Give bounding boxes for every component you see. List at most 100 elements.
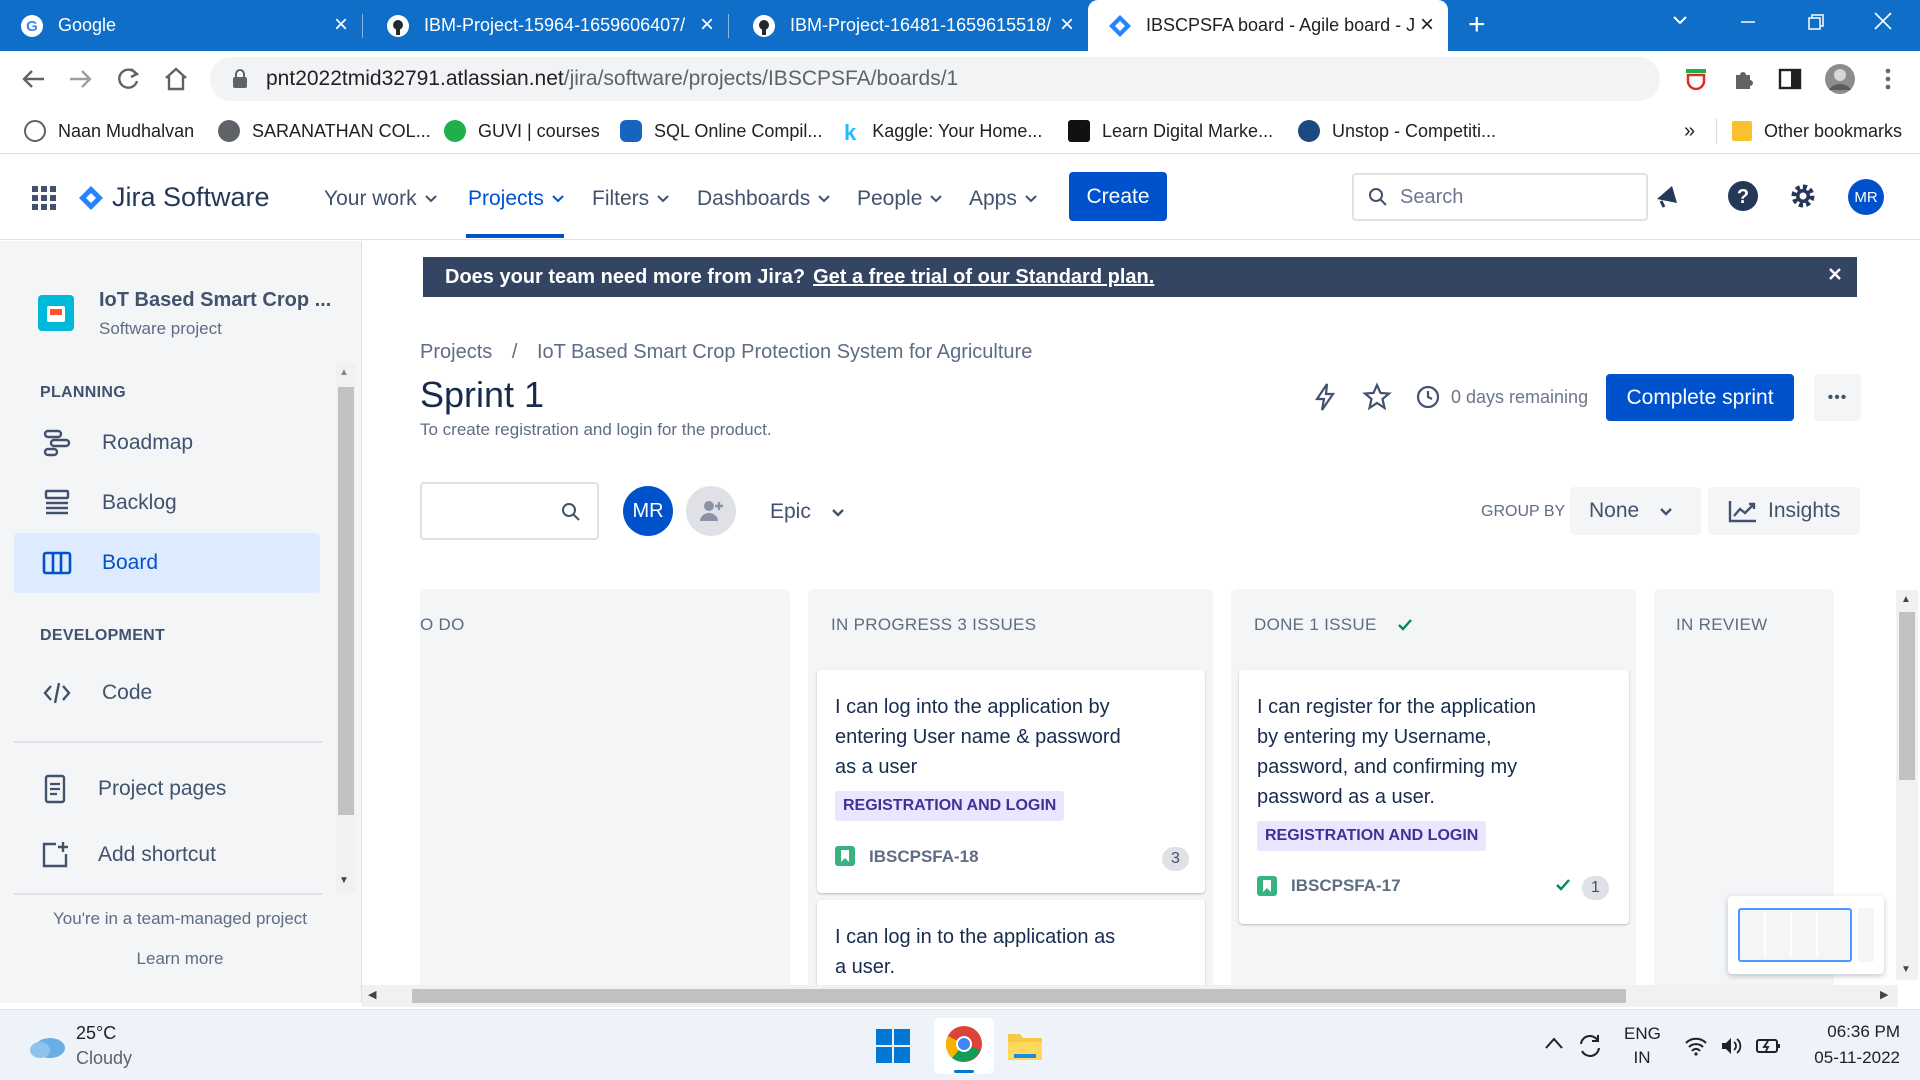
user-avatar[interactable]: MR — [1848, 179, 1884, 215]
scroll-right-icon[interactable]: ▶ — [1880, 988, 1888, 1001]
close-tab-icon[interactable]: × — [334, 13, 348, 37]
extension-shield-icon[interactable] — [1682, 65, 1710, 93]
bookmarks-overflow[interactable]: » — [1684, 116, 1695, 146]
help-icon[interactable]: ? — [1727, 180, 1759, 212]
scroll-down-icon[interactable]: ▼ — [1901, 964, 1911, 975]
taskbar-clock[interactable]: 06:36 PM 05-11-2022 — [1800, 1022, 1900, 1068]
file-explorer-icon[interactable] — [1006, 1030, 1044, 1062]
breadcrumb-project[interactable]: IoT Based Smart Crop Protection System f… — [537, 341, 1032, 363]
scroll-up-icon[interactable]: ▲ — [339, 367, 349, 378]
minimap-viewport[interactable] — [1738, 908, 1852, 962]
nav-your-work[interactable]: Your work — [324, 187, 437, 211]
nav-apps[interactable]: Apps — [969, 187, 1037, 211]
more-actions-button[interactable]: ••• — [1814, 374, 1861, 421]
close-window-button[interactable] — [1872, 10, 1894, 32]
bookmark-naan-mudhalvan[interactable]: Naan Mudhalvan — [24, 116, 194, 146]
app-switcher-icon[interactable] — [32, 186, 56, 210]
chevron-up-icon[interactable] — [1544, 1036, 1564, 1050]
scroll-left-icon[interactable]: ◀ — [368, 988, 376, 1001]
issue-card[interactable]: I can log into the application by enteri… — [817, 670, 1205, 893]
issue-key[interactable]: IBSCPSFA-18 — [869, 847, 979, 867]
sidebar-scroll-thumb[interactable] — [338, 387, 354, 815]
chrome-taskbar-button[interactable] — [934, 1018, 994, 1074]
bookmark-learn-digital[interactable]: Learn Digital Marke... — [1068, 116, 1273, 146]
weather-temp[interactable]: 25°C — [76, 1023, 116, 1044]
wifi-icon[interactable] — [1684, 1036, 1708, 1056]
forward-arrow-icon[interactable] — [66, 65, 94, 93]
free-trial-link[interactable]: Get a free trial of our Standard plan. — [813, 266, 1154, 289]
nav-projects[interactable]: Projects — [468, 187, 564, 211]
other-bookmarks[interactable]: Other bookmarks — [1732, 116, 1902, 146]
windows-start-icon[interactable] — [875, 1028, 911, 1064]
address-bar[interactable]: pnt2022tmid32791.atlassian.net/jira/soft… — [210, 57, 1660, 101]
sidebar-item-backlog[interactable]: Backlog — [14, 473, 320, 533]
close-banner-icon[interactable] — [1827, 266, 1843, 282]
board-search-input[interactable] — [420, 482, 599, 540]
close-tab-icon[interactable]: × — [1420, 13, 1434, 37]
volume-icon[interactable] — [1720, 1036, 1744, 1056]
restore-button[interactable] — [1806, 12, 1826, 32]
home-icon[interactable] — [162, 65, 190, 93]
browser-tab-github-1[interactable]: IBM-Project-15964-1659606407/ × — [366, 0, 728, 51]
kebab-menu-icon[interactable] — [1874, 65, 1902, 93]
profile-avatar-icon[interactable] — [1824, 63, 1856, 95]
sidebar-item-add-shortcut[interactable]: Add shortcut — [14, 825, 320, 885]
board-minimap[interactable] — [1728, 896, 1884, 974]
tab-search-icon[interactable] — [1670, 10, 1690, 30]
sidebar-item-project-pages[interactable]: Project pages — [14, 759, 320, 819]
star-icon[interactable] — [1362, 382, 1392, 412]
back-arrow-icon[interactable] — [20, 65, 48, 93]
minimize-button[interactable] — [1738, 12, 1758, 32]
scroll-up-icon[interactable]: ▲ — [1901, 594, 1911, 605]
extensions-puzzle-icon[interactable] — [1730, 65, 1758, 93]
board-scroll-thumb[interactable] — [1899, 612, 1915, 780]
reload-icon[interactable] — [114, 65, 142, 93]
browser-tab-github-2[interactable]: IBM-Project-16481-1659615518/ × — [732, 0, 1088, 51]
battery-icon[interactable] — [1756, 1036, 1782, 1056]
learn-more-link[interactable]: Learn more — [0, 949, 360, 969]
epic-lozenge[interactable]: REGISTRATION AND LOGIN — [1257, 821, 1487, 851]
notifications-megaphone-icon[interactable] — [1652, 181, 1682, 211]
add-people-icon[interactable] — [686, 486, 736, 536]
nav-dashboards[interactable]: Dashboards — [697, 187, 830, 211]
sidebar-scrollbar[interactable]: ▲ ▼ — [336, 363, 356, 893]
sidebar-item-code[interactable]: Code — [14, 663, 320, 723]
jira-logo[interactable]: Jira Software — [78, 182, 270, 213]
create-button[interactable]: Create — [1069, 172, 1167, 221]
side-panel-icon[interactable] — [1776, 65, 1804, 93]
assignee-avatar-filter[interactable]: MR — [623, 486, 673, 536]
browser-tab-jira[interactable]: IBSCPSFA board - Agile board - J × — [1088, 0, 1448, 51]
browser-tab-google[interactable]: G Google × — [0, 0, 362, 51]
new-tab-button[interactable]: + — [1468, 8, 1486, 42]
close-tab-icon[interactable]: × — [1060, 13, 1074, 37]
bookmark-kaggle[interactable]: k Kaggle: Your Home... — [844, 116, 1042, 146]
weather-condition[interactable]: Cloudy — [76, 1048, 132, 1069]
search-input[interactable]: Search — [1352, 173, 1648, 221]
bookmark-guvi[interactable]: GUVI | courses — [444, 116, 600, 146]
issue-card[interactable]: I can register for the application by en… — [1239, 670, 1629, 924]
sync-icon[interactable] — [1576, 1032, 1604, 1060]
insights-button[interactable]: Insights — [1708, 487, 1860, 535]
board-vertical-scrollbar[interactable]: ▲ ▼ — [1896, 590, 1918, 980]
issue-key[interactable]: IBSCPSFA-17 — [1291, 876, 1401, 896]
settings-gear-icon[interactable] — [1788, 181, 1818, 211]
project-name[interactable]: IoT Based Smart Crop ... — [99, 289, 331, 312]
sidebar-item-board[interactable]: Board — [14, 533, 320, 593]
bookmark-unstop[interactable]: Unstop - Competiti... — [1298, 116, 1496, 146]
breadcrumb-projects[interactable]: Projects — [420, 341, 492, 363]
scroll-down-icon[interactable]: ▼ — [339, 875, 349, 886]
nav-filters[interactable]: Filters — [592, 187, 669, 211]
close-tab-icon[interactable]: × — [700, 13, 714, 37]
sidebar-item-roadmap[interactable]: Roadmap — [14, 413, 320, 473]
bookmark-sql-compiler[interactable]: SQL Online Compil... — [620, 116, 822, 146]
language-indicator[interactable]: ENG IN — [1624, 1024, 1661, 1068]
complete-sprint-button[interactable]: Complete sprint — [1606, 374, 1794, 421]
epic-filter-dropdown[interactable]: Epic — [770, 500, 845, 524]
epic-lozenge[interactable]: REGISTRATION AND LOGIN — [835, 791, 1065, 821]
horizontal-scroll-thumb[interactable] — [412, 989, 1626, 1003]
board-horizontal-scrollbar[interactable]: ◀ ▶ — [362, 985, 1898, 1007]
nav-people[interactable]: People — [857, 187, 943, 211]
automation-bolt-icon[interactable] — [1312, 382, 1338, 412]
group-by-dropdown[interactable]: None — [1570, 487, 1701, 535]
bookmark-saranathan[interactable]: SARANATHAN COL... — [218, 116, 431, 146]
